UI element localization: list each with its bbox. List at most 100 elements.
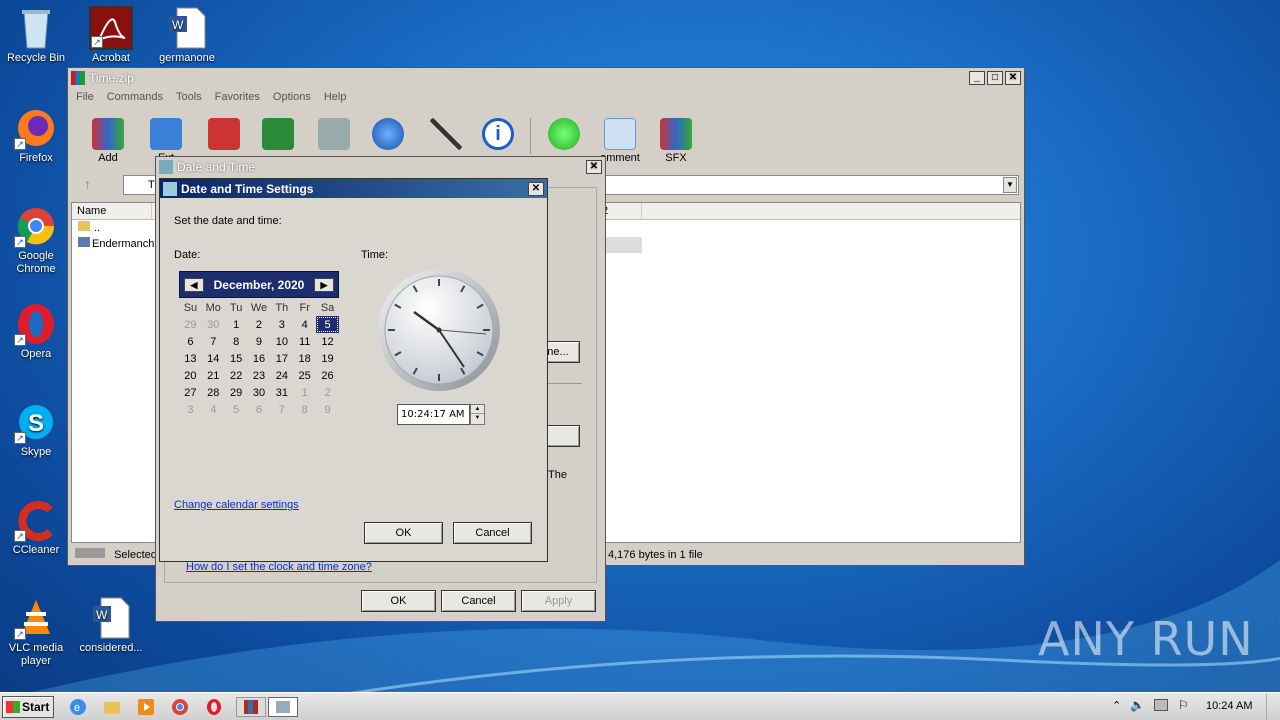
prev-month-button[interactable]: ◀ xyxy=(184,277,204,292)
show-hidden-icons-icon[interactable]: ⌃ xyxy=(1112,699,1121,712)
close-button[interactable]: ✕ xyxy=(586,159,602,174)
next-month-button[interactable]: ▶ xyxy=(313,277,334,292)
calendar-day[interactable]: 30 xyxy=(248,384,271,401)
start-button[interactable]: Start xyxy=(2,696,54,718)
calendar-day[interactable]: 4 xyxy=(293,316,316,333)
ie-taskbar-icon[interactable]: e xyxy=(68,697,90,717)
calendar-day[interactable]: 9 xyxy=(316,401,339,418)
spin-down-icon[interactable]: ▼ xyxy=(471,414,484,423)
virusscan-button[interactable] xyxy=(544,118,584,152)
calendar-day[interactable]: 20 xyxy=(179,367,202,384)
calendar-day[interactable]: 2 xyxy=(248,316,271,333)
apply-button[interactable]: Apply xyxy=(521,590,596,612)
calendar-day[interactable]: 4 xyxy=(202,401,225,418)
explorer-taskbar-icon[interactable] xyxy=(102,697,124,717)
opera-taskbar-icon[interactable] xyxy=(204,697,226,717)
info-button[interactable]: i xyxy=(478,118,518,152)
cancel-button[interactable]: Cancel xyxy=(453,522,532,544)
calendar-day[interactable]: 23 xyxy=(248,367,271,384)
calendar-day[interactable]: 24 xyxy=(270,367,293,384)
calendar-day[interactable]: 14 xyxy=(202,350,225,367)
time-input[interactable]: 10:24:17 AM xyxy=(397,404,470,425)
calendar-day[interactable]: 5 xyxy=(225,401,248,418)
calendar-day[interactable]: 9 xyxy=(248,333,271,350)
add-button[interactable]: Add xyxy=(88,118,128,164)
clock[interactable]: 10:24 AM xyxy=(1206,700,1252,712)
find-button[interactable] xyxy=(368,118,408,152)
calendar-day[interactable]: 2 xyxy=(316,384,339,401)
delete-button[interactable] xyxy=(314,118,354,152)
calendar-day[interactable]: 7 xyxy=(270,401,293,418)
desktop-icon-considered[interactable]: W considered... xyxy=(76,596,146,655)
calendar-day[interactable]: 25 xyxy=(293,367,316,384)
calendar-day[interactable]: 17 xyxy=(270,350,293,367)
calendar-day[interactable]: 29 xyxy=(179,316,202,333)
calendar-day[interactable]: 1 xyxy=(293,384,316,401)
calendar-day[interactable]: 16 xyxy=(248,350,271,367)
winrar-titlebar[interactable]: Time.zip _ □ ✕ xyxy=(68,68,1024,87)
menu-favorites[interactable]: Favorites xyxy=(215,91,260,103)
minimize-button[interactable]: _ xyxy=(969,70,985,85)
menu-options[interactable]: Options xyxy=(273,91,311,103)
month-title[interactable]: December, 2020 xyxy=(214,278,305,292)
column-2[interactable]: 2 xyxy=(602,203,642,219)
settings-titlebar[interactable]: Date and Time Settings ✕ xyxy=(160,179,547,198)
calendar-day[interactable]: 26 xyxy=(316,367,339,384)
maximize-button[interactable]: □ xyxy=(987,70,1003,85)
calendar-day[interactable]: 28 xyxy=(202,384,225,401)
calendar-day[interactable]: 30 xyxy=(202,316,225,333)
calendar-day[interactable]: 7 xyxy=(202,333,225,350)
calendar-day[interactable]: 27 xyxy=(179,384,202,401)
calendar-day[interactable]: 13 xyxy=(179,350,202,367)
calendar-day[interactable]: 6 xyxy=(248,401,271,418)
dropdown-arrow-icon[interactable]: ▼ xyxy=(1003,177,1017,193)
ok-button[interactable]: OK xyxy=(361,590,436,612)
calendar-day[interactable]: 10 xyxy=(270,333,293,350)
volume-icon[interactable]: 🔈 xyxy=(1130,698,1145,712)
menu-tools[interactable]: Tools xyxy=(176,91,202,103)
network-icon[interactable] xyxy=(1154,699,1168,711)
datetime-taskbar-icon[interactable] xyxy=(268,697,298,717)
date-time-titlebar[interactable]: Date and Time ✕ xyxy=(156,157,605,176)
calendar-day[interactable]: 3 xyxy=(179,401,202,418)
calendar-day[interactable]: 8 xyxy=(225,333,248,350)
calendar-day[interactable]: 19 xyxy=(316,350,339,367)
view-button[interactable] xyxy=(258,118,298,152)
desktop-icon-recycle-bin[interactable]: Recycle Bin xyxy=(1,6,71,65)
calendar-day[interactable]: 29 xyxy=(225,384,248,401)
calendar-day-selected[interactable]: 5 xyxy=(316,316,339,333)
test-button[interactable] xyxy=(204,118,244,152)
calendar-day[interactable]: 22 xyxy=(225,367,248,384)
ok-button[interactable]: OK xyxy=(364,522,443,544)
desktop-icon-germanone[interactable]: W germanone xyxy=(152,6,222,65)
menu-help[interactable]: Help xyxy=(324,91,347,103)
desktop-icon-acrobat[interactable]: ↗ Acrobat xyxy=(76,6,146,65)
desktop-icon-ccleaner[interactable]: ↗ CCleaner xyxy=(1,498,71,557)
help-link[interactable]: How do I set the clock and time zone? xyxy=(186,561,372,573)
calendar-day[interactable]: 8 xyxy=(293,401,316,418)
change-calendar-settings-link[interactable]: Change calendar settings xyxy=(174,499,299,511)
desktop-icon-vlc[interactable]: ↗ VLC media player xyxy=(1,596,71,668)
up-arrow-icon[interactable]: ↑ xyxy=(84,176,91,192)
action-center-flag-icon[interactable]: ⚐ xyxy=(1178,698,1189,712)
calendar-day[interactable]: 12 xyxy=(316,333,339,350)
calendar-day[interactable]: 18 xyxy=(293,350,316,367)
menu-file[interactable]: File xyxy=(76,91,94,103)
sfx-button[interactable]: SFX xyxy=(656,118,696,164)
menu-commands[interactable]: Commands xyxy=(107,91,163,103)
calendar-day[interactable]: 21 xyxy=(202,367,225,384)
desktop-icon-opera[interactable]: ↗ Opera xyxy=(1,302,71,361)
column-name[interactable]: Name xyxy=(72,203,152,219)
calendar-day[interactable]: 15 xyxy=(225,350,248,367)
close-button[interactable]: ✕ xyxy=(528,181,544,196)
wizard-button[interactable] xyxy=(426,118,466,152)
desktop-icon-chrome[interactable]: ↗ Google Chrome xyxy=(1,204,71,276)
comment-button[interactable]: omment xyxy=(600,118,640,164)
calendar-day[interactable]: 3 xyxy=(270,316,293,333)
time-spinner[interactable]: ▲ ▼ xyxy=(470,404,485,425)
media-player-taskbar-icon[interactable] xyxy=(136,697,158,717)
calendar-day[interactable]: 31 xyxy=(270,384,293,401)
calendar-day[interactable]: 11 xyxy=(293,333,316,350)
winrar-taskbar-icon[interactable] xyxy=(236,697,266,717)
cancel-button[interactable]: Cancel xyxy=(441,590,516,612)
